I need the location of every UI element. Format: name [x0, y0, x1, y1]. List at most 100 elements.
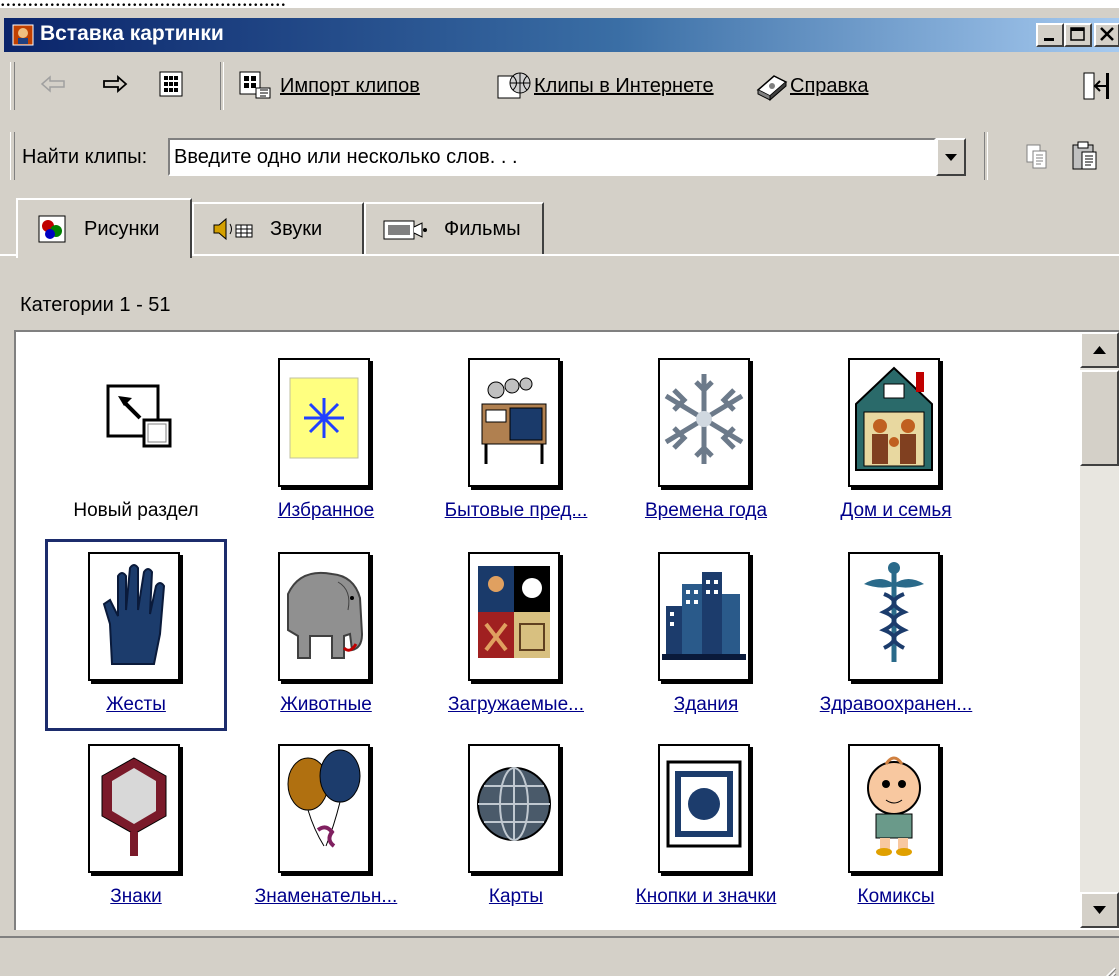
- insert-clipart-window: Вставка картинки Импорт клипов Клипы в И…: [0, 8, 1119, 976]
- balloons-icon: [287, 749, 361, 848]
- category-label[interactable]: Бытовые пред...: [426, 500, 606, 522]
- close-button[interactable]: [1094, 23, 1119, 47]
- category-item[interactable]: Времена года: [616, 346, 796, 536]
- background-document: ........................................…: [0, 0, 1119, 8]
- category-label[interactable]: Дом и семья: [806, 500, 986, 522]
- scroll-thumb[interactable]: [1080, 370, 1119, 466]
- pictures-icon: [38, 215, 66, 243]
- search-input-text: Введите одно или несколько слов. . .: [174, 146, 518, 168]
- new-category-icon: [106, 384, 172, 448]
- category-label[interactable]: Знаменательн...: [236, 886, 416, 908]
- category-item[interactable]: Загружаемые...: [426, 540, 606, 730]
- category-label[interactable]: Кнопки и значки: [616, 886, 796, 908]
- forward-button[interactable]: [100, 72, 130, 96]
- clips-online-button[interactable]: Клипы в Интернете: [494, 70, 714, 102]
- category-thumbnail[interactable]: [278, 358, 370, 487]
- category-label[interactable]: Времена года: [616, 500, 796, 522]
- category-item[interactable]: Животные: [236, 540, 416, 730]
- search-dropdown-button[interactable]: [936, 138, 966, 176]
- category-label[interactable]: Животные: [236, 694, 416, 716]
- dropdown-arrow-icon: [945, 154, 957, 161]
- title-bar[interactable]: Вставка картинки: [4, 18, 1119, 52]
- search-label: Найти клипы:: [22, 146, 148, 168]
- category-label[interactable]: Здания: [616, 694, 796, 716]
- category-item[interactable]: Знаки: [46, 732, 226, 922]
- button-icon: [666, 760, 742, 848]
- thumbnails-icon: [159, 71, 183, 97]
- category-thumbnail[interactable]: [468, 552, 560, 681]
- category-label[interactable]: Жесты: [46, 694, 226, 716]
- category-thumbnail[interactable]: [468, 358, 560, 487]
- category-label[interactable]: Знаки: [46, 886, 226, 908]
- category-thumbnail[interactable]: [848, 358, 940, 487]
- category-thumbnail[interactable]: [658, 358, 750, 487]
- search-input[interactable]: Введите одно или несколько слов. . .: [168, 138, 936, 176]
- paste-icon: [1072, 141, 1097, 170]
- window-title: Вставка картинки: [40, 22, 224, 45]
- category-item[interactable]: Карты: [426, 732, 606, 922]
- toolbar-grip[interactable]: [10, 62, 15, 110]
- tab-pictures[interactable]: Рисунки: [16, 198, 192, 258]
- category-item[interactable]: Дом и семья: [806, 346, 986, 536]
- category-item[interactable]: Новый раздел: [46, 346, 226, 536]
- category-thumbnail[interactable]: [848, 744, 940, 873]
- resize-grip-icon[interactable]: [1097, 964, 1117, 976]
- category-thumbnail[interactable]: [658, 744, 750, 873]
- tab-pictures-label: Рисунки: [84, 217, 160, 240]
- house-family-icon: [855, 366, 933, 471]
- category-label[interactable]: Избранное: [236, 500, 416, 522]
- thumbnails-view-button[interactable]: [158, 70, 184, 98]
- copy-button[interactable]: [1024, 142, 1050, 172]
- category-item[interactable]: Кнопки и значки: [616, 732, 796, 922]
- tab-movies[interactable]: Фильмы: [364, 202, 544, 254]
- scroll-down-arrow-icon: [1093, 906, 1106, 914]
- help-button[interactable]: Справка: [752, 70, 868, 102]
- clips-online-label: Клипы в Интернете: [534, 74, 714, 97]
- category-item[interactable]: Комиксы: [806, 732, 986, 922]
- category-item[interactable]: Здравоохранен...: [806, 540, 986, 730]
- maximize-button[interactable]: [1064, 23, 1092, 47]
- category-thumbnail[interactable]: [278, 552, 370, 681]
- category-thumbnail[interactable]: [278, 744, 370, 873]
- category-label[interactable]: Здравоохранен...: [806, 694, 986, 716]
- search-bar-grip[interactable]: [10, 132, 15, 180]
- category-thumbnail[interactable]: [88, 552, 180, 681]
- movie-camera-icon: [383, 220, 427, 240]
- minimize-button[interactable]: [1036, 23, 1064, 47]
- scroll-up-arrow-icon: [1093, 346, 1106, 354]
- category-thumbnail[interactable]: [468, 744, 560, 873]
- category-label: Новый раздел: [73, 500, 199, 521]
- category-item[interactable]: Жесты: [45, 539, 227, 731]
- caduceus-icon: [864, 562, 924, 662]
- category-thumbnail[interactable]: [88, 358, 180, 487]
- categories-count: Категории 1 - 51: [20, 294, 171, 316]
- hand-icon: [102, 564, 166, 665]
- import-clips-button[interactable]: Импорт клипов: [238, 70, 420, 102]
- media-tabs: Рисунки Звуки Фильмы: [0, 198, 1119, 262]
- back-button[interactable]: [38, 72, 68, 96]
- category-label[interactable]: Карты: [426, 886, 606, 908]
- category-item[interactable]: Бытовые пред...: [426, 346, 606, 536]
- scroll-up-button[interactable]: [1080, 332, 1119, 368]
- globe-icon: [477, 767, 551, 841]
- category-item[interactable]: Избранное: [236, 346, 416, 536]
- paste-button[interactable]: [1070, 140, 1100, 172]
- vertical-scrollbar[interactable]: [1080, 332, 1119, 928]
- category-item[interactable]: Здания: [616, 540, 796, 730]
- category-item[interactable]: Знаменательн...: [236, 732, 416, 922]
- copy-icon: [1026, 144, 1047, 169]
- scroll-down-button[interactable]: [1080, 892, 1119, 928]
- category-thumbnail[interactable]: [88, 744, 180, 873]
- change-pane-button[interactable]: [1082, 70, 1112, 102]
- household-items-icon: [481, 377, 547, 464]
- category-thumbnail[interactable]: [848, 552, 940, 681]
- road-sign-icon: [101, 757, 167, 856]
- categories-grid: Новый раздел Избранное Бытовые пред... Врем…: [14, 330, 1119, 930]
- category-label[interactable]: Комиксы: [806, 886, 986, 908]
- tab-sounds[interactable]: Звуки: [192, 202, 364, 254]
- category-label[interactable]: Загружаемые...: [426, 694, 606, 716]
- category-thumbnail[interactable]: [658, 552, 750, 681]
- snowflake-icon: [664, 374, 744, 464]
- search-separator: [984, 132, 988, 180]
- import-clips-icon: [239, 71, 271, 99]
